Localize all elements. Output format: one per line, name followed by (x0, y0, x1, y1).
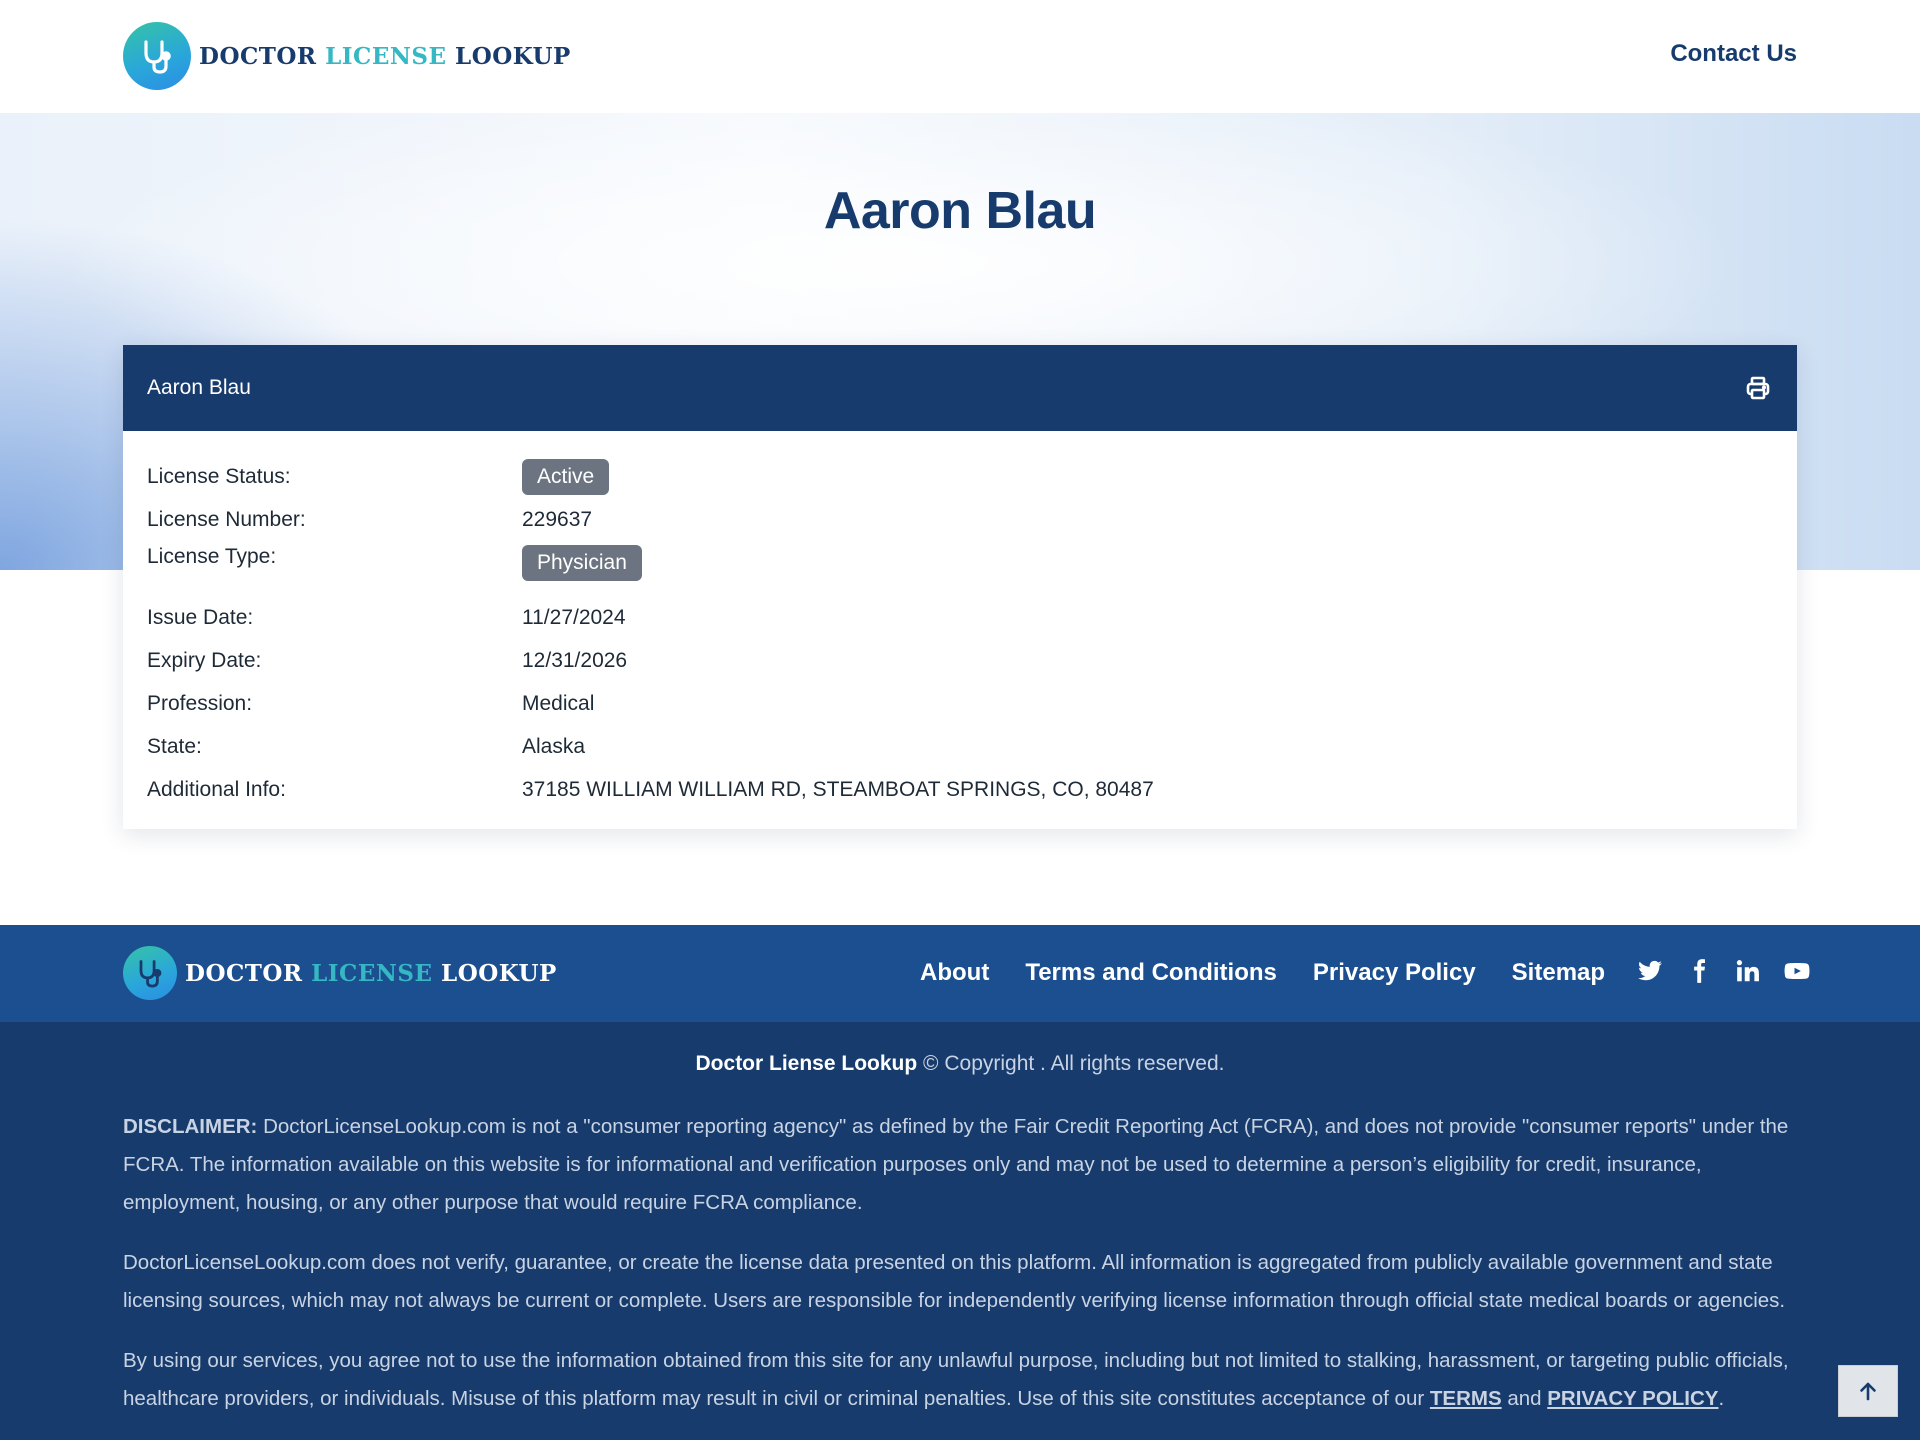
footer-bottom: Doctor Liense Lookup © Copyright . All r… (0, 1022, 1920, 1440)
privacy-policy-link[interactable]: PRIVACY POLICY (1547, 1387, 1718, 1410)
label-profession: Profession: (147, 691, 253, 715)
footer-link-terms[interactable]: Terms and Conditions (1025, 959, 1277, 987)
label-license-status: License Status: (147, 464, 291, 488)
footer-nav: About Terms and Conditions Privacy Polic… (920, 959, 1605, 987)
status-badge: Active (522, 458, 610, 495)
label-issue-date: Issue Date: (147, 605, 254, 629)
disclaimer-paragraph: DISCLAIMER: DoctorLicenseLookup.com is n… (123, 1115, 1789, 1214)
copyright: Doctor Liense Lookup © Copyright . All r… (695, 1052, 1225, 1075)
footer-link-about[interactable]: About (920, 959, 989, 987)
header-logo[interactable]: DOCTOR LICENSE LOOKUP (123, 22, 571, 90)
facebook-icon[interactable] (1685, 957, 1713, 985)
value-profession: Medical (522, 691, 595, 715)
terms-link[interactable]: TERMS (1430, 1387, 1502, 1410)
terms-paragraph: By using our services, you agree not to … (123, 1349, 1789, 1410)
card-doctor-name: Aaron Blau (147, 376, 251, 399)
linkedin-icon[interactable] (1734, 957, 1762, 985)
stethoscope-icon (123, 22, 191, 90)
contact-us-link[interactable]: Contact Us (1670, 40, 1797, 68)
row-profession: Profession: Medical (147, 682, 1773, 725)
value-expiry-date: 12/31/2026 (522, 648, 628, 672)
footer-link-privacy[interactable]: Privacy Policy (1313, 959, 1476, 987)
youtube-icon[interactable] (1783, 957, 1811, 985)
label-expiry-date: Expiry Date: (147, 648, 262, 672)
row-license-number: License Number: 229637 (147, 498, 1773, 541)
license-card: Aaron Blau License Status: Active Licens… (123, 345, 1797, 829)
value-state: Alaska (522, 734, 586, 758)
social-links (1636, 957, 1811, 985)
label-license-number: License Number: (147, 507, 306, 531)
value-issue-date: 11/27/2024 (522, 605, 626, 629)
back-to-top-button[interactable] (1838, 1365, 1898, 1417)
print-icon[interactable] (1743, 373, 1773, 403)
row-license-status: License Status: Active (147, 455, 1773, 498)
footer-logo[interactable]: DOCTOR LICENSE LOOKUP (123, 946, 557, 1000)
footer-link-sitemap[interactable]: Sitemap (1512, 959, 1605, 987)
row-expiry-date: Expiry Date: 12/31/2026 (147, 639, 1773, 682)
value-additional-info: 37185 WILLIAM WILLIAM RD, STEAMBOAT SPRI… (522, 777, 1154, 801)
twitter-icon[interactable] (1636, 957, 1664, 985)
footer-top: DOCTOR LICENSE LOOKUP About Terms and Co… (0, 925, 1920, 1022)
value-license-number: 229637 (522, 507, 593, 531)
page-title: Aaron Blau (823, 182, 1097, 240)
card-header: Aaron Blau (123, 345, 1797, 431)
row-issue-date: Issue Date: 11/27/2024 (147, 596, 1773, 639)
label-license-type: License Type: (147, 545, 277, 568)
card-body: License Status: Active License Number: 2… (123, 431, 1797, 811)
arrow-up-icon (1857, 1380, 1879, 1402)
row-additional-info: Additional Info: 37185 WILLIAM WILLIAM R… (147, 768, 1773, 811)
label-additional-info: Additional Info: (147, 777, 286, 801)
footer-logo-text: DOCTOR LICENSE LOOKUP (185, 959, 557, 987)
logo-text: DOCTOR LICENSE LOOKUP (199, 42, 571, 70)
site-header: DOCTOR LICENSE LOOKUP Contact Us (0, 0, 1920, 113)
data-source-paragraph: DoctorLicenseLookup.com does not verify,… (123, 1251, 1786, 1312)
row-license-type: License Type: Physician (147, 541, 1773, 590)
license-type-badge: Physician (522, 545, 642, 581)
row-state: State: Alaska (147, 725, 1773, 768)
label-state: State: (147, 734, 202, 758)
stethoscope-icon (123, 946, 177, 1000)
